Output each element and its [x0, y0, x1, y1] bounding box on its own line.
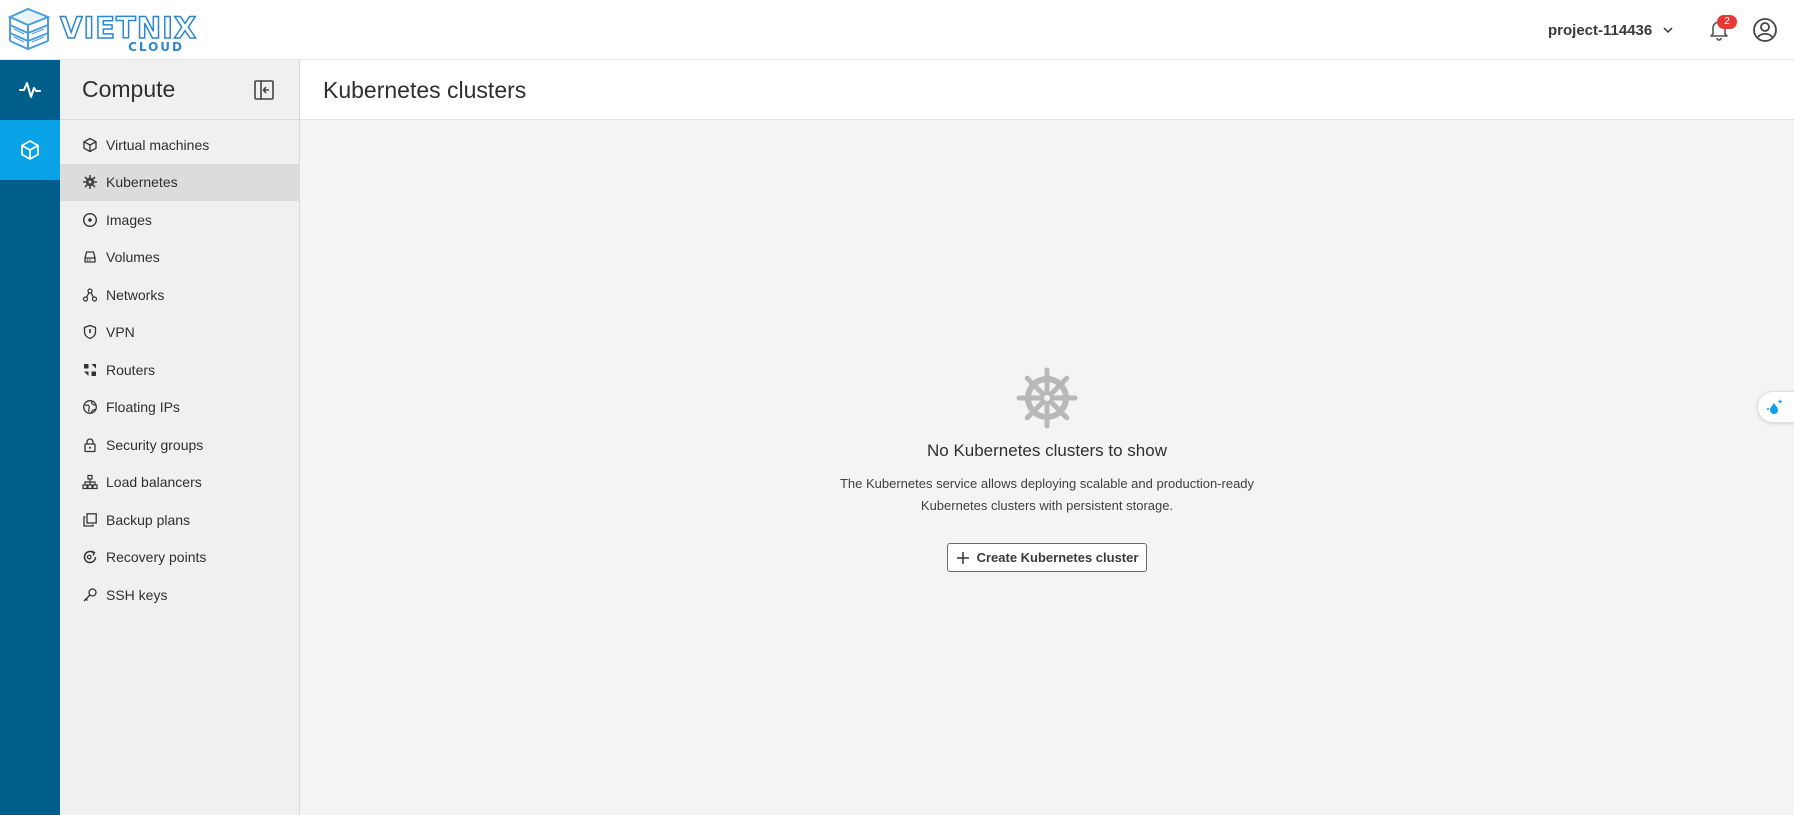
helm-icon — [83, 175, 97, 190]
sidebar-item-label: Load balancers — [106, 474, 202, 491]
sidebar-item-floating-ips[interactable]: Floating IPs — [60, 389, 299, 427]
project-name: project-114436 — [1548, 21, 1653, 39]
sidebar-item-volumes[interactable]: Volumes — [60, 239, 299, 277]
sidebar-item-label: Virtual machines — [106, 136, 210, 153]
key-icon — [83, 588, 97, 602]
sitemap-icon — [82, 475, 98, 490]
network-icon — [82, 288, 98, 302]
sidebar-title: Compute — [82, 76, 176, 102]
user-account-icon[interactable] — [1751, 16, 1779, 44]
sidebar-item-label: SSH keys — [106, 586, 168, 603]
rail-compute[interactable] — [0, 120, 60, 180]
cube-icon — [83, 137, 97, 152]
sidebar-item-label: VPN — [106, 324, 135, 341]
sidebar-item-vpn[interactable]: VPN — [60, 314, 299, 352]
sidebar-item-backup-plans[interactable]: Backup plans — [60, 501, 299, 539]
copy-icon — [83, 512, 97, 527]
sidebar-item-label: Volumes — [106, 249, 160, 266]
router-icon — [84, 363, 96, 376]
collapse-sidebar-icon[interactable] — [253, 79, 275, 101]
sidebar-item-label: Recovery points — [106, 549, 207, 566]
sidebar-item-label: Routers — [106, 361, 156, 378]
rail-monitoring[interactable] — [0, 60, 60, 120]
empty-state-title: No Kubernetes clusters to show — [926, 441, 1167, 460]
sidebar-item-label: Networks — [106, 286, 165, 303]
page-title: Kubernetes clusters — [323, 77, 527, 103]
empty-state: No Kubernetes clusters to show The Kuber… — [300, 365, 1794, 572]
logo-subtext: CLOUD — [128, 40, 184, 54]
plus-icon — [956, 551, 969, 564]
sidebar-item-label: Floating IPs — [106, 399, 180, 416]
sidebar-item-virtual-machines[interactable]: Virtual machines — [60, 126, 299, 164]
sidebar-item-label: Kubernetes — [106, 174, 178, 191]
empty-state-desc-line: Kubernetes clusters with persistent stor… — [920, 498, 1174, 513]
pulse-icon — [19, 82, 41, 98]
restore-icon — [83, 550, 97, 564]
sidebar-item-ssh-keys[interactable]: SSH keys — [60, 576, 299, 614]
notification-badge: 2 — [1717, 15, 1737, 29]
sidebar-item-label: Images — [106, 211, 152, 228]
sidebar-item-routers[interactable]: Routers — [60, 351, 299, 389]
helm-wheel-icon — [1016, 367, 1078, 429]
lock-icon — [84, 438, 96, 452]
sidebar-item-kubernetes[interactable]: Kubernetes — [60, 163, 299, 201]
assistant-fab[interactable] — [1757, 391, 1794, 423]
sidebar-item-images[interactable]: Images — [60, 201, 299, 239]
disc-icon — [82, 212, 98, 227]
cube-icon — [21, 140, 39, 160]
hard-drive-icon — [84, 251, 96, 263]
empty-state-description: The Kubernetes service allows deploying … — [817, 473, 1277, 517]
empty-state-desc-line: The Kubernetes service allows deploying … — [839, 476, 1255, 491]
sidebar-item-security-groups[interactable]: Security groups — [60, 426, 299, 464]
main-content: Kubernetes clusters No Kubernetes cluste… — [300, 60, 1794, 815]
sidebar-item-recovery-points[interactable]: Recovery points — [60, 539, 299, 577]
shield-icon — [83, 325, 97, 340]
globe-icon — [83, 400, 97, 415]
sidebar-item-load-balancers[interactable]: Load balancers — [60, 464, 299, 502]
project-selector[interactable]: project-114436 — [1548, 18, 1674, 42]
vietnix-cloud-logo[interactable]: VIETNIX CLOUD — [6, 5, 197, 57]
sidebar-item-label: Backup plans — [106, 511, 191, 528]
logo-stack-icon — [7, 7, 51, 51]
button-label: Create Kubernetes cluster — [976, 550, 1139, 565]
sidebar-item-label: Security groups — [106, 436, 204, 453]
sparkle-drop-icon — [1767, 399, 1783, 414]
sidebar-item-networks[interactable]: Networks — [60, 276, 299, 314]
app-rail — [0, 60, 60, 815]
chevron-down-icon — [1663, 27, 1673, 34]
top-header: VIETNIX CLOUD project-114436 2 — [0, 0, 1794, 60]
compute-sidebar: Compute Virtual machines Kubernetes Imag… — [60, 60, 300, 815]
create-kubernetes-cluster-button[interactable]: Create Kubernetes cluster — [946, 543, 1148, 572]
